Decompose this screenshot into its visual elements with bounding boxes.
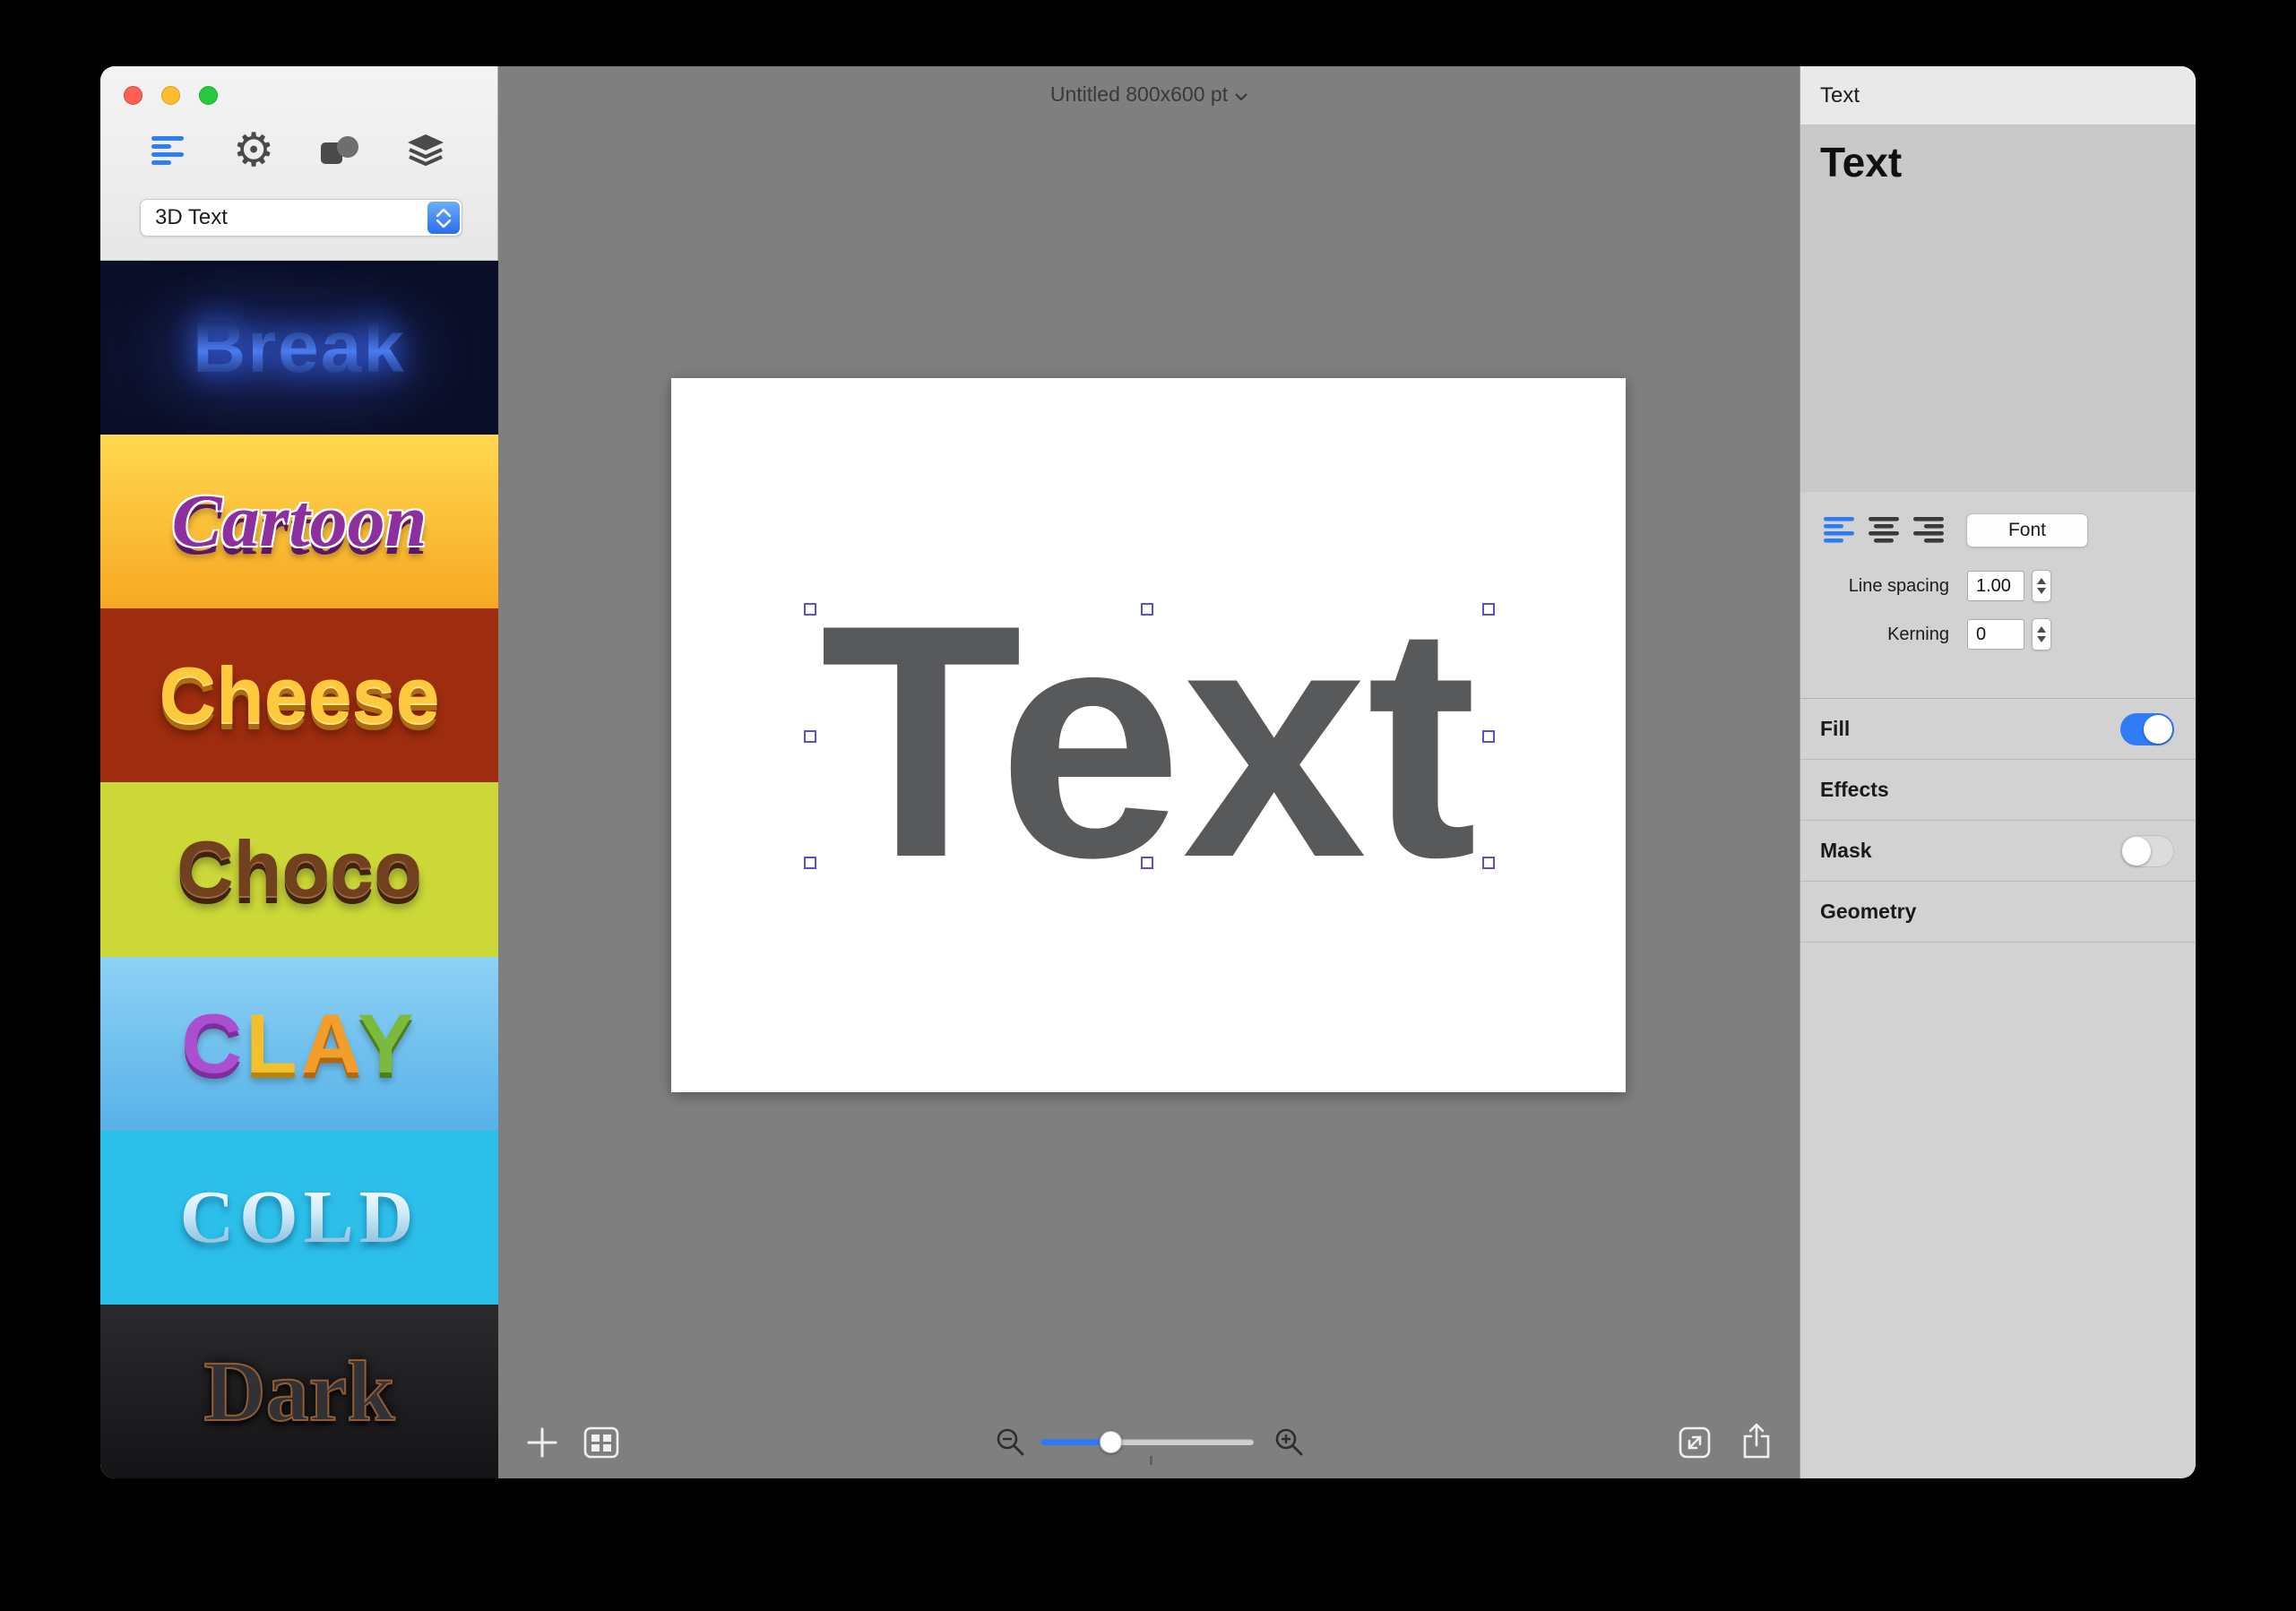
template-cold-label: COLD — [179, 1175, 419, 1259]
zoom-slider-knob[interactable] — [1100, 1431, 1122, 1453]
selection-handle[interactable] — [804, 857, 816, 869]
align-left-icon[interactable] — [1824, 517, 1856, 544]
section-effects[interactable]: Effects — [1800, 760, 2196, 821]
dropdown-stepper-icon — [427, 202, 460, 234]
layers-icon[interactable] — [405, 129, 446, 172]
section-fill[interactable]: Fill — [1800, 699, 2196, 760]
add-icon[interactable] — [526, 1426, 558, 1459]
shapes-icon[interactable] — [319, 129, 360, 172]
close-button[interactable] — [124, 86, 142, 105]
line-spacing-label: Line spacing — [1848, 576, 1949, 596]
settings-gear-icon[interactable]: ⚙ — [233, 127, 275, 174]
share-icon[interactable] — [1741, 1422, 1772, 1460]
kerning-row: Kerning 0 — [1800, 616, 2196, 652]
selection-handle[interactable] — [804, 603, 816, 616]
text-content-value: Text — [1820, 139, 1903, 185]
artboard[interactable]: Text — [671, 378, 1626, 1092]
template-clay[interactable]: CLAY — [100, 956, 498, 1131]
templates-list-icon[interactable] — [147, 129, 188, 172]
traffic-lights — [124, 86, 218, 105]
template-cheese-label: Cheese — [159, 650, 440, 740]
align-center-icon[interactable] — [1869, 517, 1901, 544]
effects-section-label: Effects — [1820, 778, 1889, 801]
section-geometry[interactable]: Geometry — [1800, 882, 2196, 943]
canvas-area: Untitled 800x600 pt Text — [498, 66, 1800, 1478]
fill-section-label: Fill — [1820, 717, 1851, 740]
fill-toggle[interactable] — [2120, 712, 2174, 745]
line-spacing-stepper[interactable] — [2032, 570, 2051, 602]
pages-grid-icon[interactable] — [583, 1426, 619, 1459]
document-title[interactable]: Untitled 800x600 pt — [498, 82, 1800, 107]
sidebar: ⚙ 3D Text Break Cartoon Cheese Choco CLA… — [100, 66, 498, 1478]
template-break-label: Break — [193, 306, 406, 389]
selection-handle[interactable] — [804, 730, 816, 743]
template-clay-label: CLAY — [181, 995, 418, 1090]
mask-toggle[interactable] — [2120, 834, 2174, 867]
selection-handle[interactable] — [1482, 730, 1495, 743]
kerning-input[interactable]: 0 — [1967, 619, 2024, 650]
fullscreen-button[interactable] — [199, 86, 218, 105]
selection-handle[interactable] — [1482, 603, 1495, 616]
selection-handle[interactable] — [1141, 857, 1153, 869]
title-chevron-icon — [1235, 82, 1247, 107]
zoom-slider-tick — [1150, 1456, 1152, 1465]
mask-section-label: Mask — [1820, 839, 1872, 862]
section-mask[interactable]: Mask — [1800, 821, 2196, 882]
template-dark[interactable]: Dark — [100, 1304, 498, 1478]
selection-handle[interactable] — [1141, 603, 1153, 616]
inspector-header: Text — [1800, 66, 2196, 125]
template-break[interactable]: Break — [100, 261, 498, 435]
template-cheese[interactable]: Cheese — [100, 608, 498, 783]
template-cold[interactable]: COLD — [100, 1130, 498, 1305]
template-dark-label: Dark — [203, 1342, 395, 1439]
minimize-button[interactable] — [161, 86, 180, 105]
template-cartoon-label: Cartoon — [171, 479, 427, 564]
geometry-section-label: Geometry — [1820, 900, 1917, 923]
zoom-slider[interactable] — [1040, 1431, 1254, 1453]
alignment-buttons — [1824, 517, 1958, 544]
line-spacing-row: Line spacing 1.00 — [1800, 568, 2196, 604]
scale-icon[interactable] — [1678, 1426, 1712, 1460]
selection-handle[interactable] — [1482, 857, 1495, 869]
zoom-out-icon[interactable] — [995, 1426, 1027, 1459]
kerning-stepper[interactable] — [2032, 618, 2051, 650]
line-spacing-input[interactable]: 1.00 — [1967, 571, 2024, 601]
style-category-value: 3D Text — [155, 205, 228, 229]
sidebar-toolbar: ⚙ — [147, 125, 446, 176]
template-list: Break Cartoon Cheese Choco CLAY COLD Dar… — [100, 261, 498, 1478]
font-button[interactable]: Font — [1966, 513, 2088, 547]
inspector-tab-title: Text — [1820, 82, 1860, 108]
template-choco-label: Choco — [177, 824, 422, 914]
text-controls: Font Line spacing 1.00 Kerning 0 — [1800, 492, 2196, 699]
style-category-dropdown[interactable]: 3D Text — [140, 199, 462, 237]
template-cartoon[interactable]: Cartoon — [100, 435, 498, 609]
inspector-panel: Text Text Font Line spacing 1.00 Kerning… — [1800, 66, 2196, 1478]
align-right-icon[interactable] — [1913, 517, 1946, 544]
template-choco[interactable]: Choco — [100, 782, 498, 957]
app-window: ⚙ 3D Text Break Cartoon Cheese Choco CLA… — [100, 66, 2196, 1478]
text-content-editor[interactable]: Text — [1800, 125, 2196, 492]
zoom-in-icon[interactable] — [1273, 1426, 1306, 1459]
kerning-label: Kerning — [1887, 625, 1949, 644]
sidebar-header: ⚙ 3D Text — [100, 66, 497, 261]
